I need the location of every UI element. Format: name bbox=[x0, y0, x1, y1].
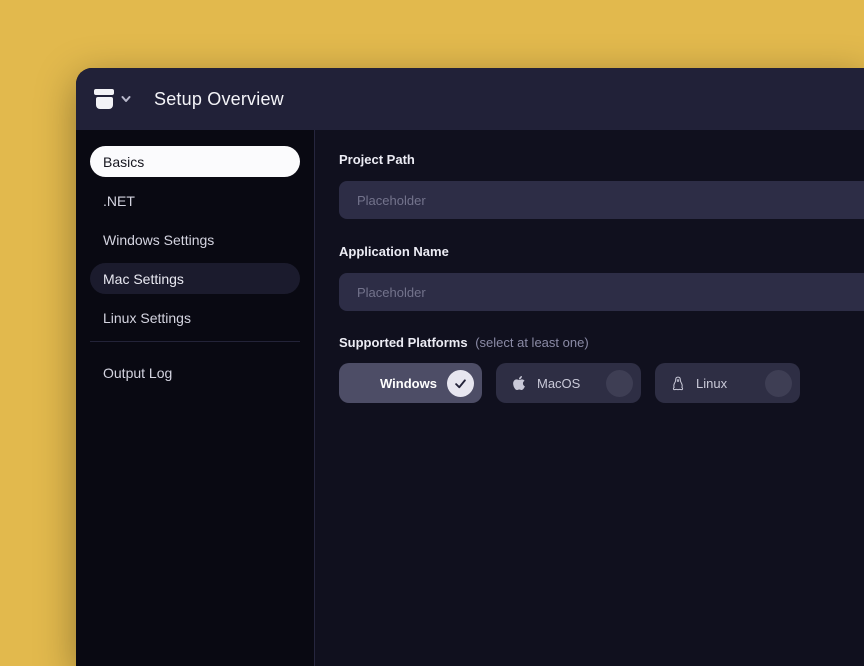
sidebar-item-windows-settings[interactable]: Windows Settings bbox=[90, 224, 300, 255]
sidebar-item-mac-settings[interactable]: Mac Settings bbox=[90, 263, 300, 294]
application-name-input[interactable] bbox=[339, 273, 864, 311]
platform-toggle-windows[interactable]: Windows bbox=[339, 363, 482, 403]
sidebar: Basics .NET Windows Settings Mac Setting… bbox=[76, 130, 315, 666]
platform-label: MacOS bbox=[537, 376, 580, 391]
window-body: Basics .NET Windows Settings Mac Setting… bbox=[76, 130, 864, 666]
supported-platforms-hint: (select at least one) bbox=[475, 335, 588, 350]
platform-label: Windows bbox=[380, 376, 437, 391]
project-path-input[interactable] bbox=[339, 181, 864, 219]
settings-panel: Project Path Application Name Supported … bbox=[315, 130, 864, 666]
archive-box-icon bbox=[93, 89, 115, 109]
titlebar: Setup Overview bbox=[76, 68, 864, 130]
sidebar-item-basics[interactable]: Basics bbox=[90, 146, 300, 177]
sidebar-item-label: Basics bbox=[103, 154, 144, 170]
linux-tux-icon bbox=[669, 375, 686, 392]
sidebar-divider bbox=[90, 341, 300, 342]
app-menu-button[interactable] bbox=[93, 89, 132, 109]
platform-toggle-group: Windows MacOS bbox=[339, 363, 864, 403]
sidebar-item-linux-settings[interactable]: Linux Settings bbox=[90, 302, 300, 333]
sidebar-item-label: .NET bbox=[103, 193, 135, 209]
window-title: Setup Overview bbox=[154, 89, 284, 110]
supported-platforms-label: Supported Platforms (select at least one… bbox=[339, 335, 864, 350]
platform-toggle-linux[interactable]: Linux bbox=[655, 363, 800, 403]
checkmark-icon bbox=[447, 370, 474, 397]
project-path-label: Project Path bbox=[339, 152, 864, 167]
sidebar-item-output-log[interactable]: Output Log bbox=[90, 357, 300, 388]
sidebar-item-dotnet[interactable]: .NET bbox=[90, 185, 300, 216]
windows-logo-icon bbox=[353, 375, 370, 392]
application-name-label: Application Name bbox=[339, 244, 864, 259]
sidebar-item-label: Linux Settings bbox=[103, 310, 191, 326]
supported-platforms-title: Supported Platforms bbox=[339, 335, 468, 350]
app-window: Setup Overview Basics .NET Windows Setti… bbox=[76, 68, 864, 666]
chevron-down-icon bbox=[120, 93, 132, 105]
platform-label: Linux bbox=[696, 376, 727, 391]
platform-toggle-macos[interactable]: MacOS bbox=[496, 363, 641, 403]
sidebar-item-label: Output Log bbox=[103, 365, 172, 381]
sidebar-item-label: Windows Settings bbox=[103, 232, 214, 248]
toggle-circle-unchecked bbox=[606, 370, 633, 397]
sidebar-item-label: Mac Settings bbox=[103, 271, 184, 287]
apple-logo-icon bbox=[510, 375, 527, 392]
toggle-circle-unchecked bbox=[765, 370, 792, 397]
